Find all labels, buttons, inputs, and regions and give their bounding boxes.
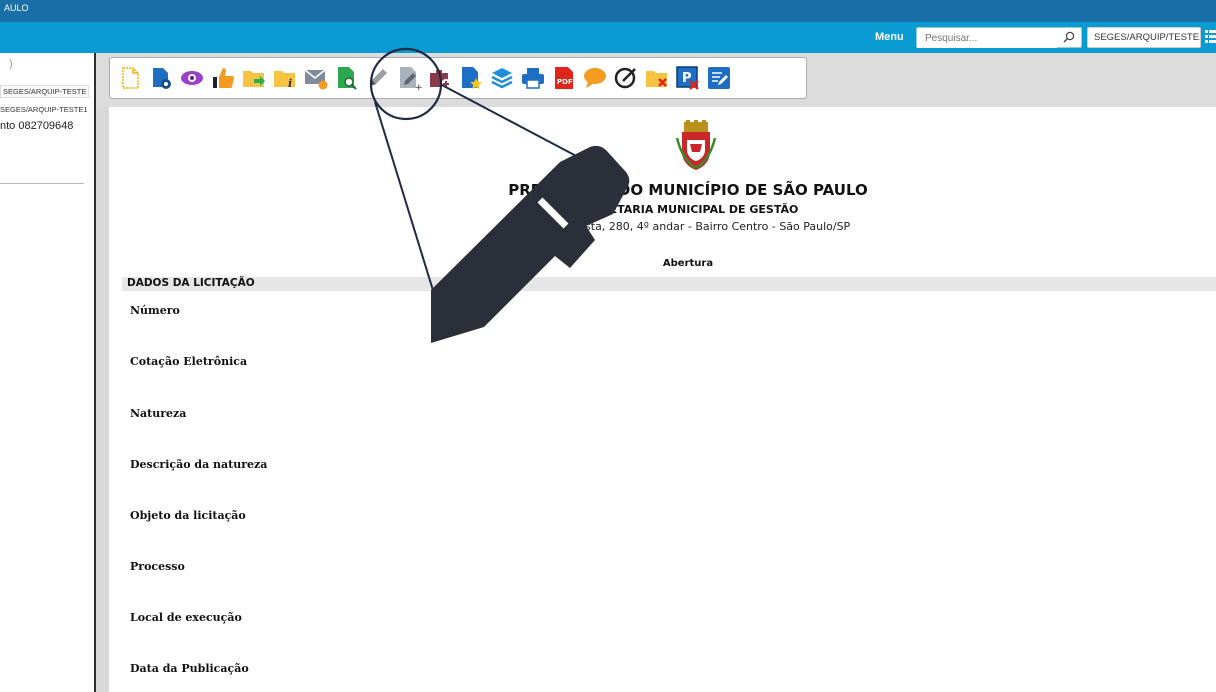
section-title: DADOS DA LICITAÇÃO: [127, 277, 255, 289]
search-icon[interactable]: [1063, 31, 1075, 43]
field-label-descricao: Descrição da natureza: [130, 458, 268, 471]
tree-item-unit[interactable]: SEGES/ARQUIP-TESTE: [0, 85, 90, 98]
edit-document-icon[interactable]: +: [395, 64, 423, 92]
send-email-icon[interactable]: [302, 64, 330, 92]
search-box[interactable]: [916, 27, 1082, 48]
tree-item-unit-2[interactable]: SEGES/ARQUIP-TESTE1: [0, 105, 88, 114]
top-strip-title: AULO: [4, 3, 29, 13]
field-label-cotacao: Cotação Eletrônica: [130, 355, 248, 368]
edit-pen-icon[interactable]: [364, 64, 392, 92]
view-eye-icon[interactable]: [178, 64, 206, 92]
section-header: DADOS DA LICITAÇÃO: [122, 277, 1216, 291]
document-toolbar: i + PDF P: [109, 57, 807, 99]
org-department: SECRETARIA MUNICIPAL DE GESTÃO: [577, 203, 799, 216]
org-address: Rua Boa Vista, 280, 4º andar - Bairro Ce…: [525, 220, 851, 233]
svg-text:i: i: [288, 77, 292, 90]
edit-form-icon[interactable]: [705, 64, 733, 92]
unit-selector[interactable]: SEGES/ARQUIP/TESTE1: [1087, 27, 1201, 48]
city-crest-icon: [675, 120, 717, 170]
new-document-icon[interactable]: [116, 64, 144, 92]
grid-menu-icon[interactable]: [1205, 30, 1216, 44]
document-title: Abertura: [662, 258, 714, 269]
top-strip: AULO: [0, 0, 1216, 22]
svg-text:P: P: [682, 71, 692, 86]
favorite-document-icon[interactable]: [457, 64, 485, 92]
field-label-numero: Número: [130, 304, 180, 317]
svg-text:+: +: [415, 83, 422, 91]
sign-icon[interactable]: [612, 64, 640, 92]
org-name: PREFEITURA DO MUNICÍPIO DE SÃO PAULO: [508, 181, 868, 199]
header-bar: Menu SEGES/ARQUIP/TESTE1: [0, 22, 1216, 53]
folder-info-icon[interactable]: i: [271, 64, 299, 92]
like-icon[interactable]: [209, 64, 237, 92]
search-document-icon[interactable]: [333, 64, 361, 92]
field-label-processo: Processo: [130, 560, 185, 573]
print-icon[interactable]: [519, 64, 547, 92]
field-label-objeto: Objeto da licitação: [130, 509, 246, 522]
add-block-icon[interactable]: [426, 64, 454, 92]
document-settings-icon[interactable]: [147, 64, 175, 92]
field-label-data-publicacao: Data da Publicação: [130, 662, 249, 675]
field-label-natureza: Natureza: [130, 407, 187, 420]
move-folder-icon[interactable]: [240, 64, 268, 92]
comment-icon[interactable]: [581, 64, 609, 92]
delete-folder-icon[interactable]: [643, 64, 671, 92]
tree-item-document[interactable]: nto 082709648: [0, 120, 73, 132]
pdf-icon[interactable]: PDF: [550, 64, 578, 92]
menu-link[interactable]: Menu: [875, 31, 904, 43]
search-input[interactable]: [917, 29, 1057, 48]
tree-collapse-icon[interactable]: ): [9, 58, 13, 70]
svg-text:PDF: PDF: [557, 78, 573, 86]
layers-icon[interactable]: [488, 64, 516, 92]
cancel-publication-icon[interactable]: P: [674, 64, 702, 92]
tree-panel: [0, 53, 94, 692]
field-label-local: Local de execução: [130, 611, 242, 624]
